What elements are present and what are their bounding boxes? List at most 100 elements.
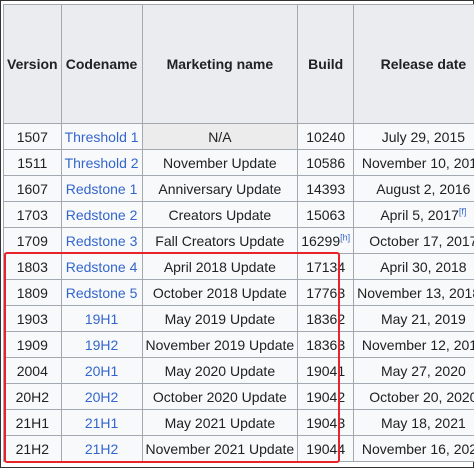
cell-marketing-name: October 2020 Update xyxy=(141,383,299,410)
cell-release-date-text: November 16, 2021 xyxy=(361,440,474,457)
cell-version: 1511 xyxy=(3,149,62,176)
cell-version-text: 1607 xyxy=(16,180,48,197)
cell-build-text: 16299 xyxy=(301,232,341,249)
header-marketing-name[interactable]: Marketing name xyxy=(141,4,299,124)
cell-codename-link[interactable]: Threshold 2 xyxy=(65,155,139,171)
cell-release-date: November 16, 2021 xyxy=(353,435,474,462)
cell-release-date-text: April 5, 2017 xyxy=(380,206,459,223)
table-row: 2004 20H1 May 2020 Update 19041 May 27, 2020 xyxy=(3,357,474,384)
table-row: 21H2 21H2 November 2021 Update 19044 Novembe… xyxy=(3,435,474,462)
cell-codename-link[interactable]: Redstone 4 xyxy=(66,259,138,275)
table-row: 1507 Threshold 1 N/A 10240 July 29, 2015 xyxy=(3,123,474,150)
cell-version-text: 1511 xyxy=(17,154,48,171)
cell-build-text: 18362 xyxy=(306,310,346,327)
cell-marketing-name: November 2019 Update xyxy=(141,331,299,358)
header-build[interactable]: Build xyxy=(297,4,355,124)
cell-version: 1607 xyxy=(3,175,62,202)
cell-version-text: 1803 xyxy=(16,258,48,275)
header-codename[interactable]: Codename xyxy=(60,4,143,124)
table-row: 1511 Threshold 2 November Update 10586 Novem… xyxy=(3,149,474,176)
cell-build-text: 15063 xyxy=(306,206,346,223)
cell-build: 18362 xyxy=(297,305,355,332)
cell-codename: Redstone 4 xyxy=(60,253,143,280)
cell-release-date: October 20, 2020 xyxy=(353,383,474,410)
cell-codename: 19H1 xyxy=(60,305,143,332)
cell-codename-link[interactable]: 19H1 xyxy=(85,311,118,327)
cell-build-text: 17763 xyxy=(306,284,346,301)
cell-build: 16299[h] xyxy=(297,227,355,254)
cell-codename-link[interactable]: 21H2 xyxy=(85,441,118,457)
cell-marketing-name-text: October 2018 Update xyxy=(152,284,287,301)
cell-marketing-name-text: May 2021 Update xyxy=(164,414,276,431)
cell-codename-link[interactable]: Redstone 3 xyxy=(66,233,138,249)
cell-build: 19044 xyxy=(297,435,355,462)
cell-build: 19041 xyxy=(297,357,355,384)
cell-release-date: November 10, 2015 xyxy=(353,149,474,176)
cell-version: 1803 xyxy=(3,253,62,280)
cell-version: 21H2 xyxy=(3,435,62,462)
cell-version: 1809 xyxy=(3,279,62,306)
cell-codename-link[interactable]: 21H1 xyxy=(85,415,118,431)
cell-marketing-name-text: April 2018 Update xyxy=(163,258,276,275)
cell-codename-link[interactable]: Redstone 5 xyxy=(66,285,138,301)
cell-codename-link[interactable]: Threshold 1 xyxy=(65,129,139,145)
cell-marketing-name: November Update xyxy=(141,149,299,176)
cell-marketing-name: November 2021 Update xyxy=(141,435,299,462)
cell-build: 18363 xyxy=(297,331,355,358)
cell-version: 21H1 xyxy=(3,409,62,436)
cell-build-text: 17134 xyxy=(306,258,346,275)
cell-codename: Redstone 5 xyxy=(60,279,143,306)
header-release-date[interactable]: Release date xyxy=(353,4,474,124)
cell-version-text: 2004 xyxy=(16,362,48,379)
cell-marketing-name-text: May 2020 Update xyxy=(164,362,276,379)
table-header-row: Version Codename Marketing name Build Re… xyxy=(3,4,474,124)
cell-marketing-name-text: Anniversary Update xyxy=(158,180,282,197)
cell-codename-link[interactable]: 19H2 xyxy=(85,337,118,353)
cell-version-text: 1909 xyxy=(16,336,48,353)
cell-release-date: May 27, 2020 xyxy=(353,357,474,384)
cell-version: 1909 xyxy=(3,331,62,358)
cell-build-text: 18363 xyxy=(306,336,346,353)
cell-marketing-name: Anniversary Update xyxy=(141,175,299,202)
cell-version-text: 1703 xyxy=(16,206,48,223)
cell-codename-link[interactable]: Redstone 2 xyxy=(66,207,138,223)
cell-marketing-name: April 2018 Update xyxy=(141,253,299,280)
cell-release-date-text: October 20, 2020 xyxy=(369,388,474,405)
table-row: 20H2 20H2 October 2020 Update 19042 October … xyxy=(3,383,474,410)
cell-marketing-name-text: Creators Update xyxy=(168,206,272,223)
cell-version: 2004 xyxy=(3,357,62,384)
cell-codename: Redstone 1 xyxy=(60,175,143,202)
cell-release-date-text: November 13, 2018 xyxy=(357,284,474,301)
header-version[interactable]: Version xyxy=(3,4,62,124)
cell-codename: 21H2 xyxy=(60,435,143,462)
table-row: 1703 Redstone 2 Creators Update 15063 April … xyxy=(3,201,474,228)
cell-marketing-name: Fall Creators Update xyxy=(141,227,299,254)
cell-version: 1709 xyxy=(3,227,62,254)
release-footnote-link[interactable]: [f] xyxy=(459,206,467,216)
cell-codename-link[interactable]: 20H2 xyxy=(85,389,118,405)
cell-codename-link[interactable]: Redstone 1 xyxy=(66,181,138,197)
cell-marketing-name-text: May 2019 Update xyxy=(164,310,276,327)
cell-version-text: 21H2 xyxy=(15,440,50,457)
cell-version: 1903 xyxy=(3,305,62,332)
cell-marketing-name: October 2018 Update xyxy=(141,279,299,306)
cell-codename-link[interactable]: 20H1 xyxy=(85,363,118,379)
cell-marketing-name-text: Fall Creators Update xyxy=(155,232,285,249)
cell-codename: 19H2 xyxy=(60,331,143,358)
cell-build: 17134 xyxy=(297,253,355,280)
cell-codename: 20H2 xyxy=(60,383,143,410)
cell-marketing-name-text: October 2020 Update xyxy=(152,388,287,405)
cell-build-text: 19044 xyxy=(306,440,346,457)
cell-marketing-name: N/A xyxy=(141,123,299,150)
cell-release-date: April 5, 2017[f] xyxy=(353,201,474,228)
cell-codename: Threshold 1 xyxy=(60,123,143,150)
cell-release-date-text: November 10, 2015 xyxy=(361,154,474,171)
cell-release-date-text: May 27, 2020 xyxy=(380,362,466,379)
cell-release-date-text: May 18, 2021 xyxy=(380,414,466,431)
cell-release-date: July 29, 2015 xyxy=(353,123,474,150)
cell-release-date: August 2, 2016 xyxy=(353,175,474,202)
cell-release-date-text: July 29, 2015 xyxy=(381,128,466,145)
table-row: 1709 Redstone 3 Fall Creators Update 16299[… xyxy=(3,227,474,254)
build-footnote-link[interactable]: [h] xyxy=(340,232,350,242)
table-row: 1607 Redstone 1 Anniversary Update 14393 Aug… xyxy=(3,175,474,202)
